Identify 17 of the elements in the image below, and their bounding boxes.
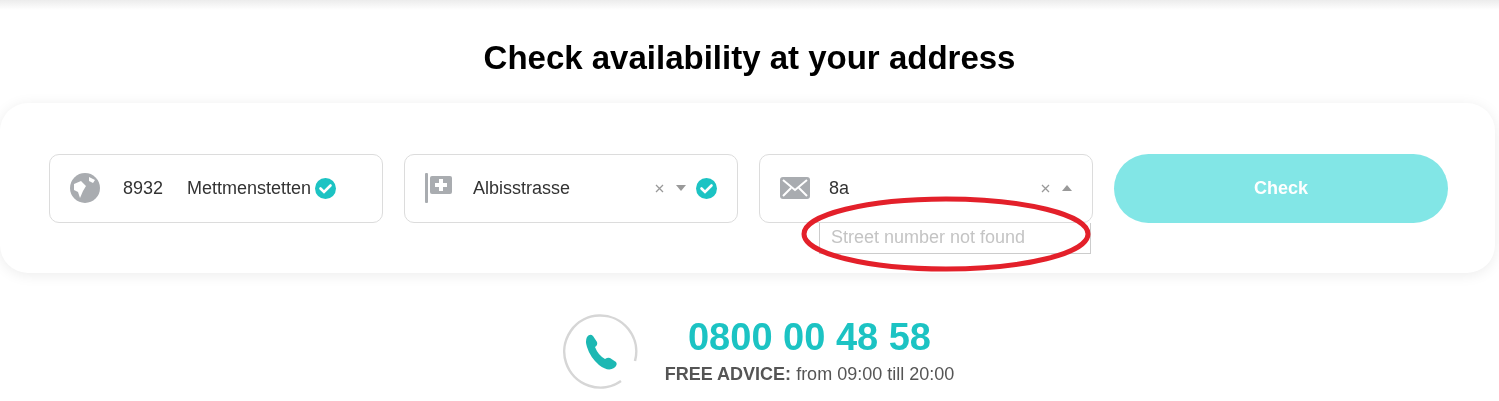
clear-icon[interactable] bbox=[1041, 183, 1050, 193]
envelope-icon bbox=[780, 177, 810, 199]
street-field[interactable]: Albisstrasse bbox=[404, 153, 738, 223]
advice-hours: FREE ADVICE: from 09:00 till 20:00 bbox=[664, 362, 955, 386]
postcode-value: 8932 bbox=[123, 176, 164, 200]
field-value: 8a bbox=[829, 176, 851, 200]
field-value: Albisstrasse bbox=[473, 176, 572, 200]
caret-icon[interactable] bbox=[1062, 185, 1072, 191]
city-value: Mettmenstetten bbox=[187, 176, 312, 200]
globe-icon bbox=[69, 172, 101, 204]
clear-icon[interactable] bbox=[655, 183, 664, 193]
flag-plus-icon bbox=[424, 172, 454, 204]
street-number-field[interactable]: 8a bbox=[759, 153, 1093, 223]
postcode-field[interactable]: 8932 Mettmenstetten bbox=[49, 153, 383, 223]
caret-icon[interactable] bbox=[676, 185, 686, 191]
page-heading: Check availability at your address bbox=[482, 38, 1017, 78]
dropdown-message: Street number not found bbox=[819, 222, 1091, 254]
